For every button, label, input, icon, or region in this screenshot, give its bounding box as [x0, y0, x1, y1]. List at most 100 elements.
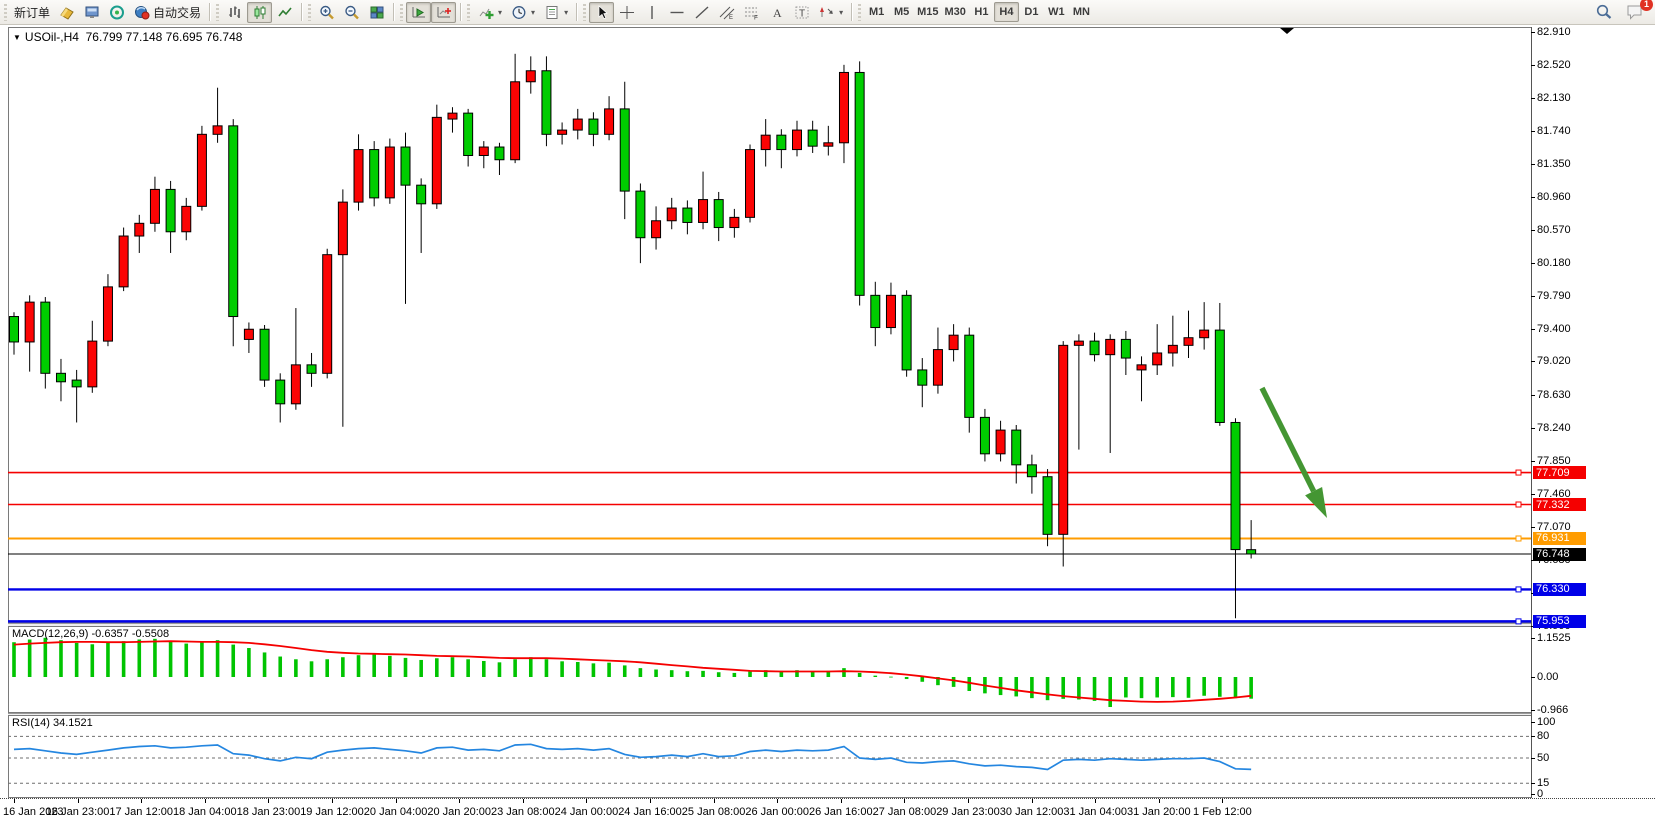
candlestick[interactable] — [542, 56, 551, 146]
crosshair-button[interactable] — [614, 2, 639, 23]
candlestick[interactable] — [229, 119, 238, 346]
tf-m1-button[interactable]: M1 — [864, 2, 889, 22]
candlestick[interactable] — [417, 178, 426, 253]
candlestick[interactable] — [1168, 316, 1177, 367]
candlestick[interactable] — [965, 328, 974, 433]
horizontal-line-button[interactable] — [664, 2, 689, 23]
candlestick[interactable] — [401, 133, 410, 304]
candlestick[interactable] — [808, 121, 817, 153]
dropdown-arrow-icon[interactable]: ▾ — [839, 8, 843, 17]
tf-m15-button[interactable]: M15 — [914, 2, 941, 22]
candlestick[interactable] — [291, 308, 300, 410]
candlestick[interactable] — [213, 88, 222, 143]
candlestick[interactable] — [573, 109, 582, 140]
candlestick[interactable] — [871, 282, 880, 346]
channel-button[interactable]: E — [714, 2, 739, 23]
candlestick[interactable] — [119, 228, 128, 292]
zoom-out-button[interactable] — [339, 2, 364, 23]
candlestick[interactable] — [323, 249, 332, 379]
periods-button[interactable]: ▾ — [506, 2, 539, 23]
candlestick[interactable] — [260, 325, 269, 387]
chart-window-button[interactable] — [54, 2, 79, 23]
vertical-line-button[interactable] — [639, 2, 664, 23]
tf-mn-button[interactable]: MN — [1069, 2, 1094, 22]
candlestick[interactable] — [824, 126, 833, 156]
autotrade-button[interactable]: 自动交易 — [129, 2, 205, 23]
candlestick[interactable] — [699, 172, 708, 230]
candlestick[interactable] — [730, 209, 739, 238]
candlestick[interactable] — [996, 421, 1005, 462]
candlestick[interactable] — [41, 297, 50, 389]
candlestick[interactable] — [1012, 425, 1021, 483]
templates-button[interactable]: ▾ — [539, 2, 572, 23]
candlestick[interactable] — [495, 143, 504, 175]
search-button[interactable] — [1591, 2, 1616, 23]
candlestick[interactable] — [307, 353, 316, 387]
candlestick[interactable] — [636, 183, 645, 263]
tf-w1-button[interactable]: W1 — [1044, 2, 1069, 22]
macd-canvas[interactable] — [8, 626, 1531, 713]
candlestick[interactable] — [902, 290, 911, 376]
candlestick[interactable] — [746, 144, 755, 222]
dropdown-arrow-icon[interactable]: ▾ — [564, 8, 568, 17]
candlestick[interactable] — [1074, 334, 1083, 449]
candlestick[interactable] — [1090, 333, 1099, 362]
candlestick[interactable] — [1153, 324, 1162, 375]
candlestick[interactable] — [605, 96, 614, 140]
chart-title-marker-icon[interactable]: ▼ — [13, 33, 21, 42]
candlestick[interactable] — [1200, 302, 1209, 349]
candlestick[interactable] — [432, 105, 441, 209]
candlestick[interactable] — [761, 119, 770, 166]
tf-d1-button[interactable]: D1 — [1019, 2, 1044, 22]
signals-button[interactable] — [104, 2, 129, 23]
candlestick[interactable] — [949, 324, 958, 361]
candlestick[interactable] — [182, 198, 191, 240]
fibonacci-button[interactable]: F — [739, 2, 764, 23]
rsi-canvas[interactable] — [8, 715, 1531, 798]
candlestick[interactable] — [620, 82, 629, 219]
line-chart-button[interactable] — [272, 2, 297, 23]
candlestick[interactable] — [276, 373, 285, 422]
tf-m5-button[interactable]: M5 — [889, 2, 914, 22]
candlestick[interactable] — [855, 61, 864, 305]
candlestick[interactable] — [933, 328, 942, 394]
candlestick[interactable] — [980, 409, 989, 462]
time-axis[interactable]: 16 Jan 202316 Jan 23:0017 Jan 12:0018 Ja… — [0, 798, 1655, 826]
community-button[interactable]: 1 — [1622, 2, 1647, 23]
candlestick[interactable] — [918, 358, 927, 407]
candlestick[interactable] — [88, 321, 97, 393]
candlestick[interactable] — [652, 206, 661, 249]
arrows-button[interactable]: ▾ — [814, 2, 847, 23]
candlestick[interactable] — [1137, 356, 1146, 401]
main-chart-canvas[interactable] — [8, 27, 1531, 623]
tile-windows-button[interactable] — [364, 2, 389, 23]
candlestick[interactable] — [1027, 455, 1036, 494]
candlestick[interactable] — [714, 192, 723, 241]
candlestick[interactable] — [56, 359, 65, 401]
label-button[interactable]: T — [789, 2, 814, 23]
candlestick[interactable] — [135, 215, 144, 253]
candlestick[interactable] — [1043, 469, 1052, 546]
zoom-in-button[interactable] — [314, 2, 339, 23]
candlestick[interactable] — [385, 139, 394, 204]
candlestick[interactable] — [464, 109, 473, 167]
candlestick[interactable] — [25, 295, 34, 371]
support-line-orange[interactable] — [8, 536, 1531, 541]
candlestick[interactable] — [244, 322, 253, 353]
candlestick[interactable] — [150, 177, 159, 232]
candlestick[interactable] — [1184, 311, 1193, 358]
indicators-button[interactable]: ▾ — [473, 2, 506, 23]
tf-h1-button[interactable]: H1 — [969, 2, 994, 22]
candlestick[interactable] — [166, 181, 175, 253]
candlestick[interactable] — [1059, 341, 1068, 566]
cursor-button[interactable] — [589, 2, 614, 23]
dropdown-arrow-icon[interactable]: ▾ — [498, 8, 502, 17]
chart-shift-button[interactable] — [431, 2, 456, 23]
candlestick[interactable] — [777, 129, 786, 168]
candlestick[interactable] — [558, 122, 567, 144]
candlestick[interactable] — [479, 141, 488, 168]
bar-chart-button[interactable] — [222, 2, 247, 23]
candlestick[interactable] — [197, 126, 206, 211]
support-line-blue-1[interactable] — [8, 587, 1531, 592]
candlestick[interactable] — [839, 65, 848, 163]
